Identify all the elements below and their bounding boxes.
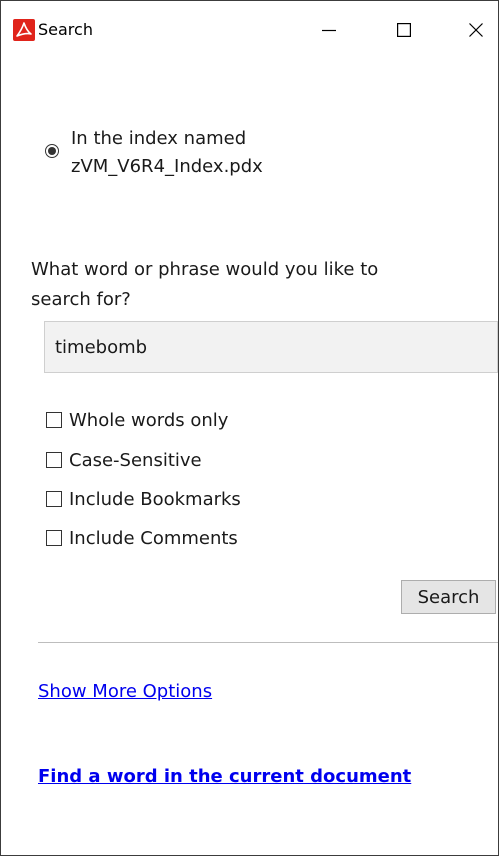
include-bookmarks-checkbox[interactable]: [46, 491, 62, 507]
title-bar[interactable]: Search: [1, 1, 498, 59]
include-comments-option[interactable]: Include Comments: [46, 525, 238, 551]
include-bookmarks-option[interactable]: Include Bookmarks: [46, 486, 241, 512]
index-name: zVM_V6R4_Index.pdx: [71, 156, 263, 177]
include-comments-label: Include Comments: [69, 527, 238, 549]
show-more-options-link[interactable]: Show More Options: [38, 681, 212, 702]
case-sensitive-checkbox[interactable]: [46, 452, 62, 468]
minimize-icon: [322, 29, 336, 32]
search-input[interactable]: [44, 321, 498, 373]
window-title: Search: [38, 20, 93, 39]
divider: [38, 642, 498, 643]
whole-words-option[interactable]: Whole words only: [46, 407, 228, 433]
find-in-current-document-link[interactable]: Find a word in the current document: [38, 766, 411, 787]
maximize-icon: [397, 23, 411, 37]
minimize-button[interactable]: [306, 11, 352, 49]
case-sensitive-option[interactable]: Case-Sensitive: [46, 447, 202, 473]
close-icon: [469, 23, 483, 37]
maximize-button[interactable]: [381, 11, 427, 49]
whole-words-label: Whole words only: [69, 409, 229, 431]
search-window: Search In the index named zVM_V6R4_Index…: [0, 0, 499, 856]
adobe-acrobat-icon: [13, 19, 35, 41]
close-button[interactable]: [453, 11, 498, 49]
index-radio-button[interactable]: [45, 144, 59, 158]
search-question: What word or phrase would you like to se…: [31, 255, 491, 315]
whole-words-checkbox[interactable]: [46, 412, 62, 428]
search-button[interactable]: Search: [401, 580, 496, 614]
search-question-line1: What word or phrase would you like to: [31, 259, 379, 280]
case-sensitive-label: Case-Sensitive: [69, 449, 202, 471]
index-label-line1: In the index named: [71, 128, 247, 149]
search-question-line2: search for?: [31, 289, 131, 310]
index-radio-label: In the index named zVM_V6R4_Index.pdx: [71, 125, 401, 181]
include-bookmarks-label: Include Bookmarks: [69, 488, 241, 510]
include-comments-checkbox[interactable]: [46, 530, 62, 546]
